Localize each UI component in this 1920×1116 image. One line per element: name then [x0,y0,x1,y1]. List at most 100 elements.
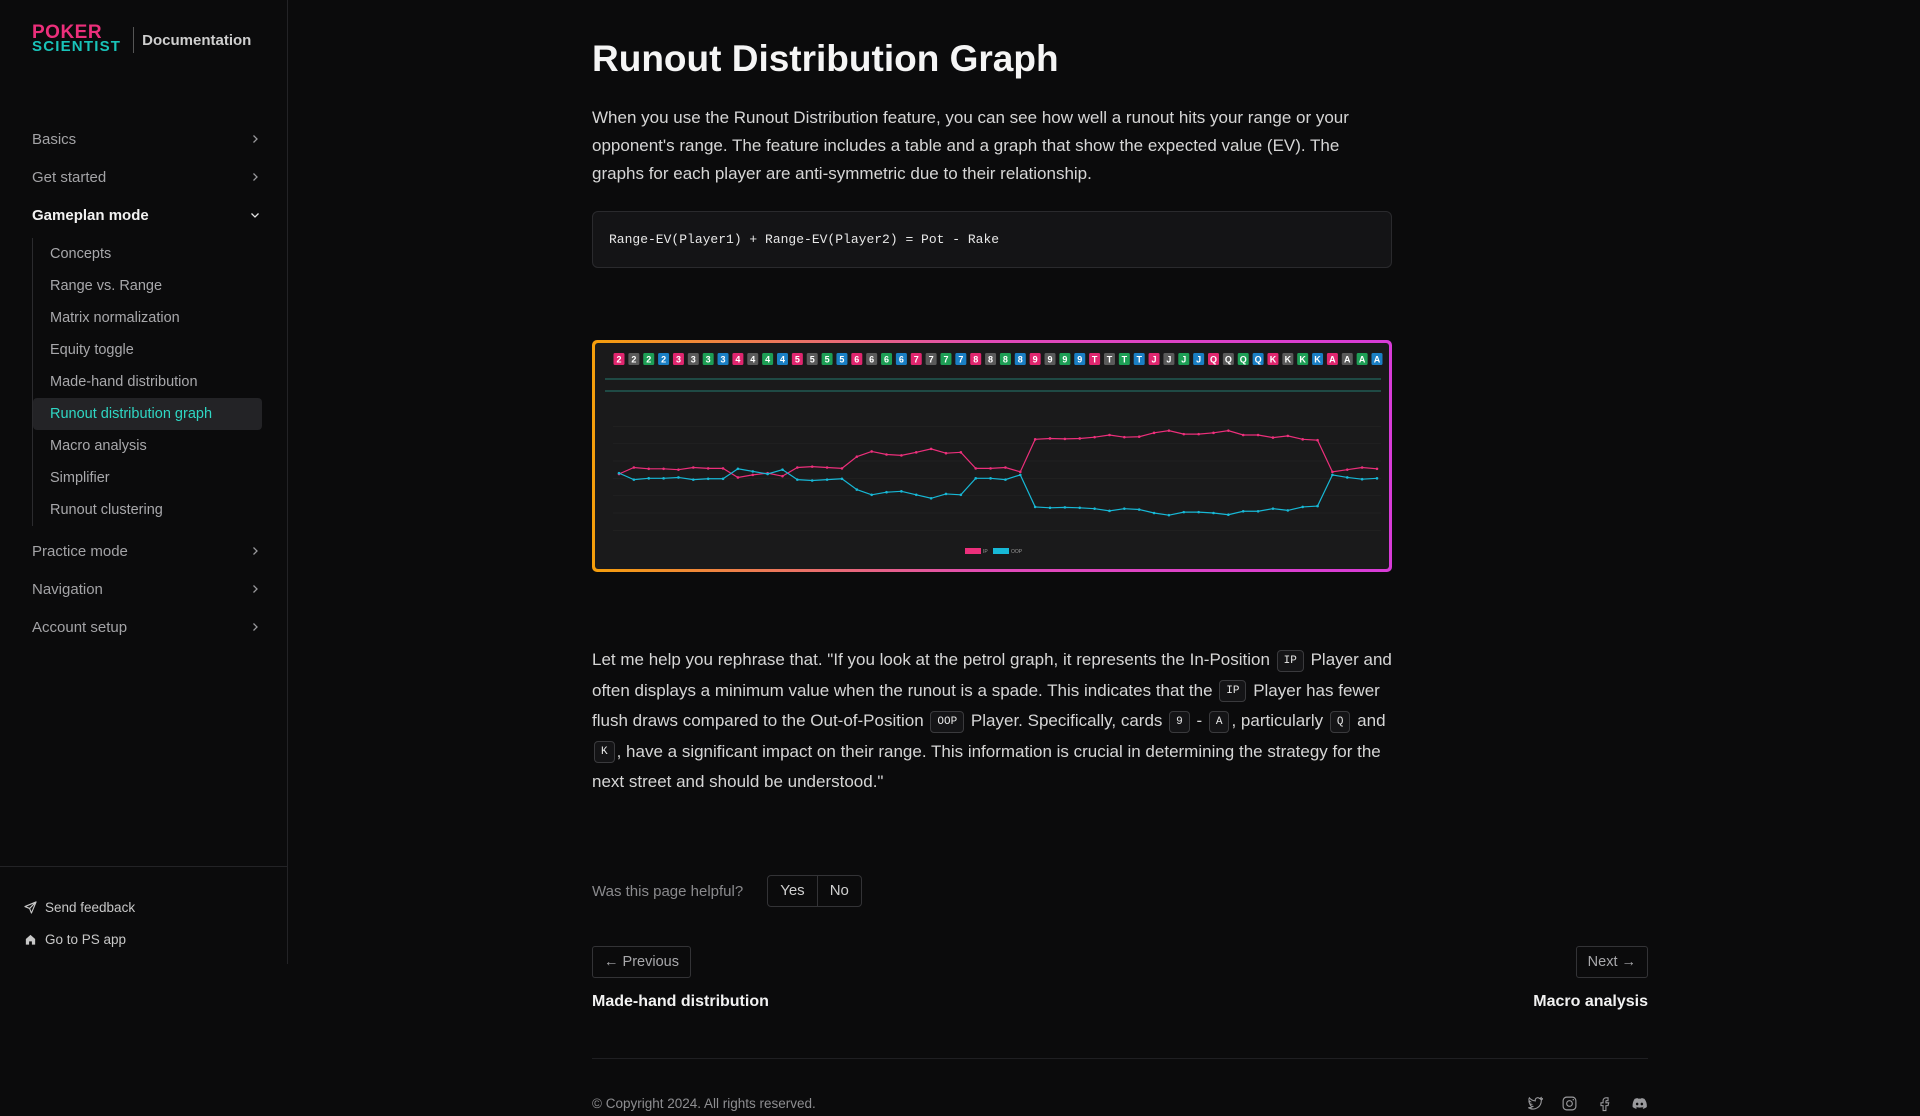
sidebar-subitem-simplifier[interactable]: Simplifier [33,462,262,494]
data-point-oop [885,490,888,494]
sidebar-subitem-runout-distribution-graph[interactable]: Runout distribution graph [33,398,262,430]
data-point-ip [796,466,799,469]
sidebar-subitem-range-vs-range[interactable]: Range vs. Range [33,270,262,302]
data-point-oop [974,477,978,480]
data-point-oop [989,477,992,480]
sidebar-item-account-setup[interactable]: Account setup [32,608,262,646]
data-point-ip [1182,432,1186,436]
card-label: K [1270,355,1277,365]
sidebar-item-label: Gameplan mode [32,206,149,224]
data-point-oop [1033,505,1037,509]
data-point-ip [1137,435,1141,439]
sidebar-item-practice-mode[interactable]: Practice mode [32,532,262,570]
runout-chart: 22223333444455556666777788889999TTTTJJJJ… [595,343,1389,569]
card-label: J [1166,355,1171,365]
data-point-ip [1063,437,1067,441]
data-point-oop [1093,507,1096,510]
data-point-ip [662,467,665,471]
card-label: 8 [973,355,978,365]
data-point-oop [1182,510,1186,514]
card-label: K [1299,355,1306,365]
legend-label: IP [983,549,988,555]
previous-button[interactable]: ← Previous [592,946,691,978]
data-point-oop [870,493,873,497]
code-block: Range-EV(Player1) + Range-EV(Player2) = … [592,211,1392,268]
data-point-oop [1004,478,1007,481]
card-label: Q [1210,355,1217,365]
data-point-ip [647,467,651,471]
card-label: T [1136,355,1142,365]
sidebar-item-navigation[interactable]: Navigation [32,570,262,608]
sidebar-subitem-concepts[interactable]: Concepts [33,238,262,270]
card-label: A [1359,355,1366,365]
sidebar-subitem-matrix-normalization[interactable]: Matrix normalization [33,302,262,334]
card-label: 3 [721,355,726,365]
card-label: 2 [661,355,666,365]
data-point-ip [974,467,978,470]
facebook-icon[interactable] [1596,1095,1613,1112]
data-point-oop [632,478,636,481]
card-label: 8 [988,355,993,365]
sidebar-subitem-equity-toggle[interactable]: Equity toggle [33,334,262,366]
go-to-app-link[interactable]: Go to PS app [24,923,287,955]
next-page-title[interactable]: Macro analysis [1533,993,1648,1011]
sidebar-subitem-made-hand-distribution[interactable]: Made-hand distribution [33,366,262,398]
data-point-ip [692,466,695,469]
yes-button[interactable]: Yes [768,876,816,906]
data-point-ip [1241,433,1245,437]
sidebar-subitem-macro-analysis[interactable]: Macro analysis [33,430,262,462]
brand[interactable]: POKER SCIENTIST Documentation [32,23,251,54]
runout-chart-frame: 22223333444455556666777788889999TTTTJJJJ… [592,340,1392,572]
data-point-ip [1167,429,1171,432]
card-label: 5 [795,355,800,365]
sidebar-subitem-runout-clustering[interactable]: Runout clustering [33,494,262,526]
data-point-ip [1256,433,1260,437]
data-point-oop [1301,505,1304,509]
card-label: 8 [1003,355,1008,365]
discord-icon[interactable] [1631,1095,1648,1112]
card-label: 9 [1062,355,1067,365]
sidebar-item-get-started[interactable]: Get started [32,158,262,196]
data-point-ip [1212,431,1215,435]
code-9: 9 [1169,710,1190,733]
instagram-icon[interactable] [1561,1095,1578,1112]
data-point-ip [810,465,814,468]
card-label: 7 [958,355,963,365]
series-line-oop [618,468,1378,516]
no-button[interactable]: No [816,876,861,906]
card-label: A [1329,355,1336,365]
social-links [1526,1095,1648,1112]
logo[interactable]: POKER SCIENTIST [32,23,121,54]
data-point-ip [1018,470,1022,474]
data-point-oop [692,478,695,481]
data-point-oop [677,476,680,479]
data-point-ip [929,447,933,451]
data-point-oop [810,479,814,482]
card-label: A [1344,355,1351,365]
data-point-ip [914,451,918,454]
next-button[interactable]: Next → [1575,946,1648,978]
data-point-oop [1375,477,1379,480]
card-label: 5 [810,355,815,365]
data-point-ip [677,468,680,471]
chevron-right-icon [248,132,262,146]
data-point-oop [662,477,665,480]
sidebar-item-basics[interactable]: Basics [32,120,262,158]
sidebar-item-gameplan-mode[interactable]: Gameplan mode [32,196,262,234]
data-point-ip [781,474,784,478]
data-point-ip [1345,468,1349,471]
data-point-oop [900,490,903,493]
card-label: 8 [1018,355,1023,365]
sidebar-item-label: Basics [32,130,77,148]
twitter-icon[interactable] [1526,1095,1543,1112]
data-point-ip [900,454,903,457]
data-point-ip [1152,431,1156,435]
feedback-widget: Was this page helpful? Yes No [592,875,862,907]
previous-page-title[interactable]: Made-hand distribution [592,993,769,1011]
body-text-4: Player. Specifically, cards [966,711,1168,730]
data-point-ip [1227,429,1230,432]
data-point-oop [1018,473,1022,477]
card-label: J [1181,355,1186,365]
card-label: 2 [646,355,651,365]
send-feedback-link[interactable]: Send feedback [24,891,287,923]
